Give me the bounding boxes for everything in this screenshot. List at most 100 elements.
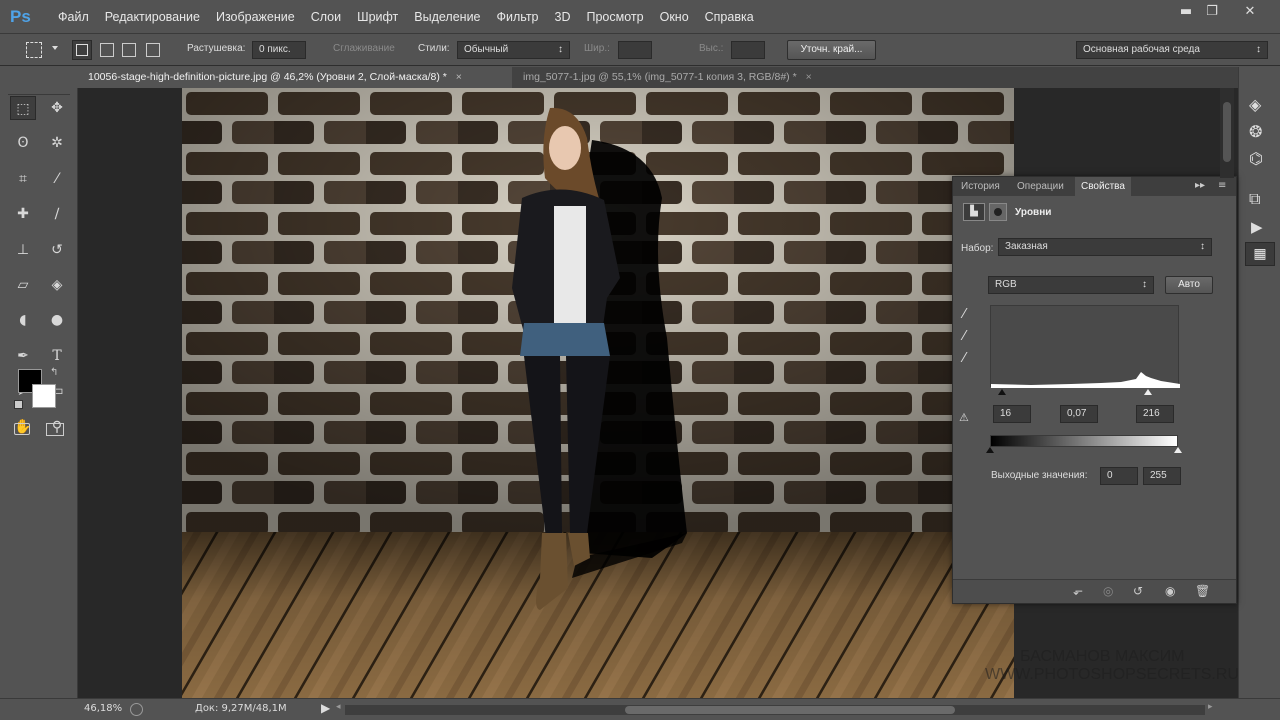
clone-stamp-icon[interactable]: ⊥ xyxy=(10,238,36,262)
levels-adjustment-icon[interactable]: ▙ xyxy=(963,203,985,221)
close-icon[interactable]: × xyxy=(806,71,812,83)
white-eyedropper-icon[interactable]: ⁄ xyxy=(963,351,965,366)
close-icon[interactable]: × xyxy=(456,71,462,83)
watermark-author: БАСМАНОВ МАКСИМ xyxy=(1020,648,1185,665)
marquee-preset-icon[interactable] xyxy=(26,42,42,58)
scroll-right-icon[interactable]: ▸ xyxy=(1208,702,1213,712)
close-window-button[interactable]: ✕ xyxy=(1238,3,1262,21)
type-icon[interactable]: T xyxy=(44,344,70,368)
chevron-down-icon[interactable] xyxy=(52,46,58,50)
clipping-warning-icon[interactable]: ⚠ xyxy=(959,411,969,424)
crop-icon[interactable]: ⌗ xyxy=(10,167,36,191)
output-black-slider[interactable] xyxy=(986,447,994,453)
default-colors-icon[interactable] xyxy=(14,400,23,409)
style-select[interactable]: Обычный ↕ xyxy=(457,41,570,59)
menu-help[interactable]: Справка xyxy=(697,10,762,24)
background-color-swatch[interactable] xyxy=(32,384,56,408)
eraser-icon[interactable]: ▱ xyxy=(10,273,36,297)
scroll-left-icon[interactable]: ◂ xyxy=(336,702,341,712)
width-input[interactable] xyxy=(618,41,652,59)
black-point-slider[interactable] xyxy=(998,389,1006,395)
height-input[interactable] xyxy=(731,41,765,59)
input-gamma-field[interactable]: 0,07 xyxy=(1060,405,1098,423)
tab-document-1[interactable]: 10056-stage-high-definition-picture.jpg … xyxy=(78,67,512,88)
restore-button[interactable]: ❐ xyxy=(1200,3,1224,21)
marquee-icon[interactable]: ⬚ xyxy=(10,96,36,120)
screen-mode-icon[interactable] xyxy=(46,423,64,436)
menu-file[interactable]: Файл xyxy=(50,10,97,24)
menu-filter[interactable]: Фильтр xyxy=(489,10,547,24)
black-eyedropper-icon[interactable]: ⁄ xyxy=(963,307,965,322)
paint-bucket-icon[interactable]: ◈ xyxy=(44,273,70,297)
trash-icon[interactable]: 🗑 xyxy=(1195,584,1210,598)
status-menu-icon[interactable]: ▶ xyxy=(321,701,330,715)
tab-history[interactable]: История xyxy=(955,177,1006,196)
quick-mask-icon[interactable] xyxy=(14,423,30,435)
history-brush-icon[interactable]: ↺ xyxy=(44,238,70,262)
reset-icon[interactable]: ↺ xyxy=(1133,584,1143,598)
menu-type[interactable]: Шрифт xyxy=(349,10,406,24)
channel-select[interactable]: RGB ↕ xyxy=(988,276,1154,294)
scrollbar-thumb[interactable] xyxy=(625,706,955,714)
brush-icon[interactable]: ∕ xyxy=(44,202,70,226)
collapse-panel-icon[interactable]: ▸▸ xyxy=(1195,180,1205,191)
menu-3d[interactable]: 3D xyxy=(547,10,579,24)
magic-wand-icon[interactable]: ✲ xyxy=(44,131,70,155)
feather-input[interactable]: 0 пикс. xyxy=(252,41,306,59)
channels-icon[interactable]: ❂ xyxy=(1249,122,1262,141)
preset-select[interactable]: Заказная ↕ xyxy=(998,238,1212,256)
subtract-selection-icon[interactable] xyxy=(122,43,136,57)
layers-icon[interactable]: ◈ xyxy=(1249,95,1261,114)
blur-icon[interactable]: ◖ xyxy=(10,308,36,332)
document-canvas[interactable] xyxy=(182,88,1014,698)
paths-icon[interactable]: ⌬ xyxy=(1249,149,1263,168)
menu-window[interactable]: Окно xyxy=(652,10,697,24)
feather-label: Растушевка: xyxy=(187,43,246,54)
tab-document-2[interactable]: img_5077-1.jpg @ 55,1% (img_5077-1 копия… xyxy=(513,67,843,88)
tab-properties[interactable]: Свойства xyxy=(1075,177,1131,196)
menu-view[interactable]: Просмотр xyxy=(579,10,652,24)
actions-icon[interactable]: ▶ xyxy=(1251,218,1263,236)
zoom-level[interactable]: 46,18% xyxy=(84,703,122,714)
white-point-slider[interactable] xyxy=(1144,389,1152,395)
output-white-field[interactable]: 255 xyxy=(1143,467,1181,485)
layer-mask-icon[interactable] xyxy=(989,203,1007,221)
output-white-slider[interactable] xyxy=(1174,447,1182,453)
menu-select[interactable]: Выделение xyxy=(406,10,488,24)
swap-colors-icon[interactable]: ↰ xyxy=(50,367,58,378)
clip-to-layer-icon[interactable]: ⬐ xyxy=(1073,584,1083,598)
menu-layers[interactable]: Слои xyxy=(303,10,349,24)
gray-eyedropper-icon[interactable]: ⁄ xyxy=(963,329,965,344)
view-previous-icon[interactable]: ◎ xyxy=(1103,584,1113,598)
status-bar: 46,18% Док: 9,27M/48,1M ▶ ◂ ▸ xyxy=(0,698,1280,720)
panel-menu-icon[interactable]: ≡ xyxy=(1218,180,1226,191)
visibility-icon[interactable]: ◉ xyxy=(1165,584,1175,598)
vertical-scrollbar[interactable] xyxy=(1220,88,1234,178)
right-icon-strip: ◈ ❂ ⌬ ⧉ ▶ ▦ xyxy=(1238,67,1280,698)
menu-image[interactable]: Изображение xyxy=(208,10,303,24)
auto-button[interactable]: Авто xyxy=(1165,276,1213,294)
status-export-icon[interactable] xyxy=(130,703,143,716)
history-icon[interactable]: ⧉ xyxy=(1249,189,1260,209)
output-black-field[interactable]: 0 xyxy=(1100,467,1138,485)
minimize-button[interactable]: ▬ xyxy=(1174,3,1198,21)
new-selection-icon[interactable] xyxy=(72,40,92,60)
intersect-selection-icon[interactable] xyxy=(146,43,160,57)
pen-icon[interactable]: ✒ xyxy=(10,344,36,368)
add-selection-icon[interactable] xyxy=(100,43,114,57)
healing-brush-icon[interactable]: ✚ xyxy=(10,202,36,226)
input-white-field[interactable]: 216 xyxy=(1136,405,1174,423)
document-size: Док: 9,27M/48,1M xyxy=(195,703,287,714)
horizontal-scrollbar[interactable] xyxy=(345,705,1205,715)
move-icon[interactable]: ✥ xyxy=(44,96,70,120)
properties-icon[interactable]: ▦ xyxy=(1245,242,1275,266)
tab-actions[interactable]: Операции xyxy=(1011,177,1070,196)
refine-edge-button[interactable]: Уточн. край... xyxy=(787,40,876,60)
lasso-icon[interactable]: ʘ xyxy=(10,131,36,155)
vertical-scrollbar-thumb[interactable] xyxy=(1223,102,1231,162)
menu-edit[interactable]: Редактирование xyxy=(97,10,208,24)
workspace-select[interactable]: Основная рабочая среда ↕ xyxy=(1076,41,1268,59)
input-black-field[interactable]: 16 xyxy=(993,405,1031,423)
eyedropper-icon[interactable]: ⁄ xyxy=(44,167,70,191)
dodge-icon[interactable]: ● xyxy=(44,308,70,332)
